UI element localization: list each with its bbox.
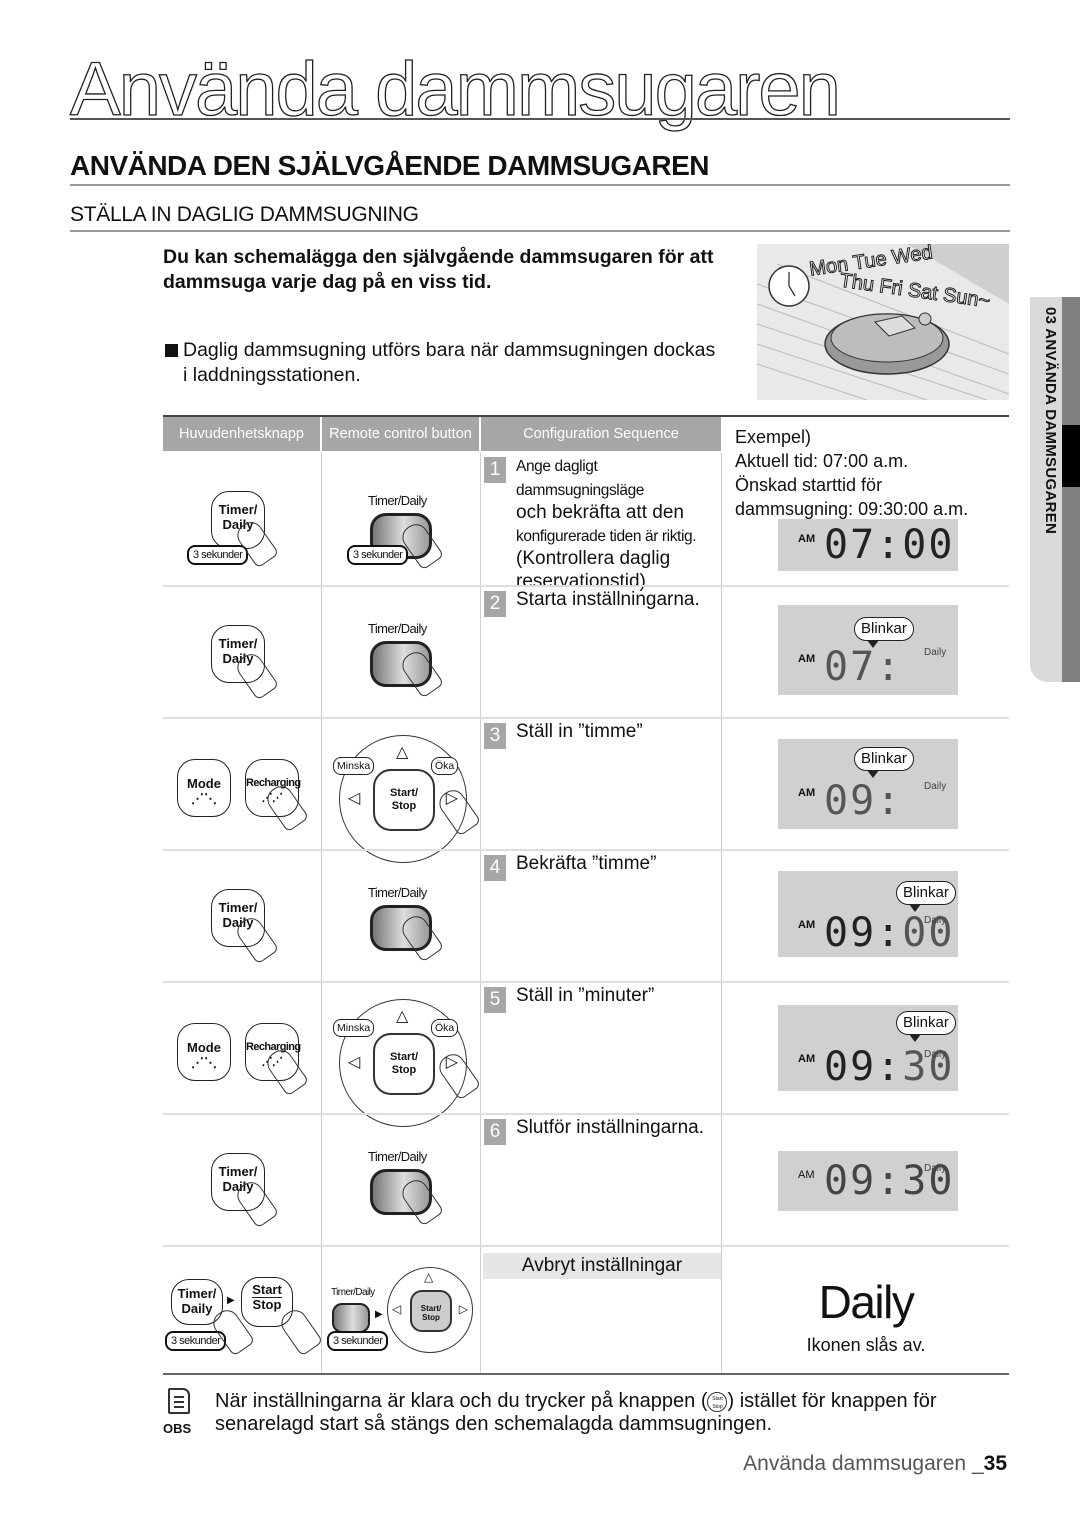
intro-text: Du kan schemalägga den självgående damms… <box>163 246 714 293</box>
section-rule <box>70 184 1010 186</box>
blinkar-callout: Blinkar <box>896 881 956 912</box>
three-seconds-badge: 3 sekunder <box>327 1331 389 1351</box>
step-number: 2 <box>484 591 506 617</box>
blinkar-callout: Blinkar <box>854 617 914 648</box>
config-table: Huvudenhetsknapp Remote control button C… <box>163 415 1009 1375</box>
step-number: 6 <box>484 1119 506 1145</box>
oka-label: Öka <box>431 757 459 775</box>
left-arrow-icon[interactable]: ◁ <box>348 788 360 808</box>
remote-label: Timer/Daily <box>331 1287 375 1298</box>
remote-label: Timer/Daily <box>368 1149 427 1164</box>
left-arrow-icon[interactable]: ◁ <box>392 1302 401 1316</box>
arrow-right-icon: ▶ <box>375 1309 383 1320</box>
step-number: 1 <box>484 457 506 483</box>
alarm-clock-icon <box>768 265 810 307</box>
minska-label: Minska <box>333 1019 375 1037</box>
step-row-4: Timer/Daily Timer/Daily 4 Bekräfta ”timm… <box>163 849 1009 981</box>
header-sequence: Configuration Sequence <box>481 417 721 451</box>
up-arrow-icon[interactable]: △ <box>424 1270 433 1284</box>
table-header: Huvudenhetsknapp Remote control button C… <box>163 417 1009 519</box>
step-text: Starta inställningarna. <box>516 589 700 610</box>
header-main-unit: Huvudenhetsknapp <box>163 417 320 451</box>
step-row-5: Mode ⋰⋱ Recharging ⋰⋰ △ ◁ ▷ Start/Stop Min… <box>163 981 1009 1127</box>
three-seconds-badge: 3 sekunder <box>187 545 249 565</box>
obs-label: OBS <box>163 1421 192 1436</box>
lcd-display: Blinkar AM 09:00 Daily <box>778 871 958 957</box>
lcd-display: Blinkar AM 09: Daily <box>778 739 958 829</box>
step-row-3: Mode ⋰⋱ Recharging ⋰⋰ △ ◁ ▷ Start/Stop Min… <box>163 717 1009 863</box>
robot-vacuum-icon <box>824 312 950 375</box>
lcd-display: Blinkar AM 09:30 Daily <box>778 1005 958 1091</box>
remote-label: Timer/Daily <box>368 493 427 508</box>
mode-button[interactable]: Mode ⋰⋱ <box>177 1023 231 1081</box>
step-number: 5 <box>484 987 506 1013</box>
three-seconds-badge: 3 sekunder <box>165 1331 227 1351</box>
side-tab-marker <box>1062 425 1080 487</box>
side-tab-bar <box>1062 297 1080 682</box>
bullet-square-icon <box>165 344 178 357</box>
header-remote: Remote control button <box>322 417 479 451</box>
lcd-display: AM 09:30 Daily <box>778 1151 958 1211</box>
lcd-display: AM 07:00 <box>778 519 958 571</box>
remote-dpad[interactable]: △ ◁ ▷ Start/Stop <box>387 1267 473 1353</box>
example-label: Exempel) <box>735 427 812 447</box>
oka-label: Öka <box>431 1019 459 1037</box>
step-number: 4 <box>484 855 506 881</box>
step-text: Bekräfta ”timme” <box>516 853 657 874</box>
title-rule <box>70 118 1010 120</box>
note-text: När inställningarna är klara och du tryc… <box>215 1390 937 1435</box>
step-row-6: Timer/Daily Timer/Daily 6 Slutför instäl… <box>163 1113 1009 1245</box>
start-stop-button[interactable]: Start/Stop <box>410 1290 452 1332</box>
bullet-text: Daglig dammsugning utförs bara när damms… <box>183 339 716 386</box>
cancel-row: Timer/Daily ▶ Start Stop 3 sekunder Timer… <box>163 1245 1009 1375</box>
blinkar-callout: Blinkar <box>854 747 914 778</box>
step-number: 3 <box>484 723 506 749</box>
lcd-display: Blinkar AM 07: Daily <box>778 605 958 695</box>
remote-label: Timer/Daily <box>368 621 427 636</box>
daily-icon-text: Daily <box>818 1276 915 1328</box>
section-heading: ANVÄNDA DEN SJÄLVGÅENDE DAMMSUGAREN <box>70 150 709 181</box>
timer-daily-remote-button[interactable] <box>332 1303 370 1333</box>
page-footer: Använda dammsugaren _35 <box>743 1452 1007 1475</box>
chapter-side-tab[interactable]: 03 ANVÄNDA DAMMSUGAREN <box>1030 297 1080 682</box>
start-stop-button[interactable]: Start/Stop <box>373 769 435 831</box>
up-arrow-icon[interactable]: △ <box>396 742 408 762</box>
three-seconds-badge: 3 sekunder <box>347 545 409 565</box>
step-text: Slutför inställningarna. <box>516 1117 704 1138</box>
step-text: Ställ in ”minuter” <box>516 985 655 1006</box>
step-row-2: Timer/Daily Timer/Daily 2 Starta inställ… <box>163 585 1009 717</box>
arrow-right-icon: ▶ <box>227 1295 235 1306</box>
note-document-icon <box>168 1388 190 1414</box>
cancel-heading: Avbryt inställningar <box>483 1253 721 1279</box>
bullet-note: Daglig dammsugning utförs bara när damms… <box>163 338 723 388</box>
right-arrow-icon[interactable]: ▷ <box>459 1302 468 1316</box>
side-tab-label: 03 ANVÄNDA DAMMSUGAREN <box>1042 307 1059 535</box>
mode-button[interactable]: Mode ⋰⋱ <box>177 759 231 817</box>
start-stop-button[interactable]: Start/Stop <box>373 1033 435 1095</box>
page-title: Använda dammsugaren <box>69 47 841 132</box>
subsection-heading: STÄLLA IN DAGLIG DAMMSUGNING <box>70 203 419 226</box>
left-arrow-icon[interactable]: ◁ <box>348 1052 360 1072</box>
up-arrow-icon[interactable]: △ <box>396 1006 408 1026</box>
cancel-result-text: Ikonen slås av. <box>806 1335 926 1355</box>
minska-label: Minska <box>333 757 375 775</box>
remote-label: Timer/Daily <box>368 885 427 900</box>
step-text: Ställ in ”timme” <box>516 721 643 742</box>
page-number: 35 <box>983 1452 1007 1475</box>
blinkar-callout: Blinkar <box>896 1011 956 1042</box>
step-text: Ange dagligt dammsugningsläge och bekräf… <box>516 458 697 592</box>
subsection-rule <box>70 230 1010 232</box>
start-stop-inline-icon: Start Stop <box>707 1391 728 1412</box>
robot-schedule-illustration: Mon Tue Wed Thu Fri Sat Sun~ <box>757 244 1009 400</box>
step-row-1: Timer/Daily 3 sekunder Timer/Daily 3 sek… <box>163 453 1009 592</box>
